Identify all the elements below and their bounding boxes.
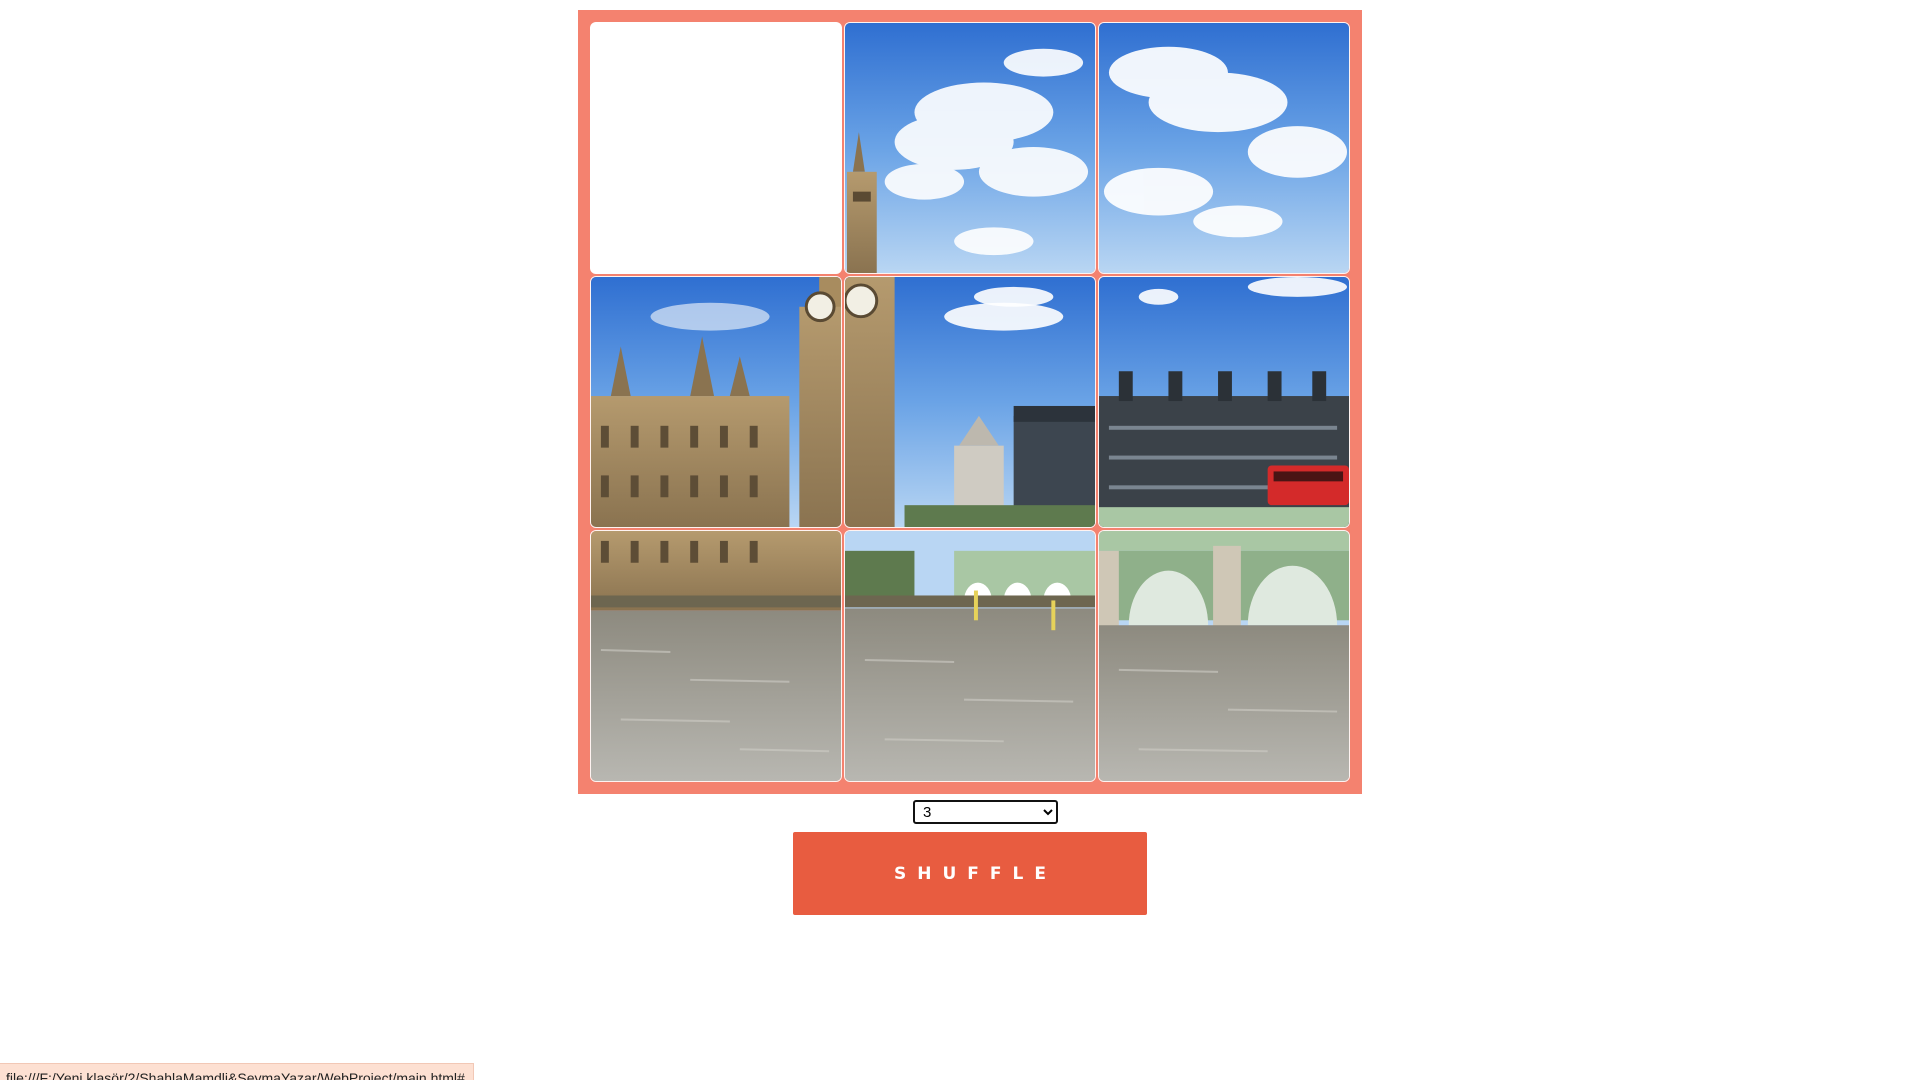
grid-size-select[interactable]: 3 xyxy=(913,800,1058,824)
puzzle-tile-bridge-right[interactable] xyxy=(1098,530,1350,782)
puzzle-tile-portcullis-house[interactable] xyxy=(1098,276,1350,528)
empty-slot[interactable] xyxy=(590,22,842,274)
puzzle-board xyxy=(578,10,1362,794)
puzzle-tile-big-ben[interactable] xyxy=(844,276,1096,528)
puzzle-tile-parliament[interactable] xyxy=(590,276,842,528)
shuffle-button[interactable]: SHUFFLE xyxy=(793,832,1147,915)
puzzle-tile-river-left[interactable] xyxy=(590,530,842,782)
puzzle-grid xyxy=(590,22,1350,782)
status-bar-url: file:///F:/Yeni klasör/2/ShahlaMamdli&Se… xyxy=(0,1063,474,1080)
puzzle-tile-river-middle[interactable] xyxy=(844,530,1096,782)
puzzle-tile-sky-middle[interactable] xyxy=(844,22,1096,274)
puzzle-tile-sky-right[interactable] xyxy=(1098,22,1350,274)
